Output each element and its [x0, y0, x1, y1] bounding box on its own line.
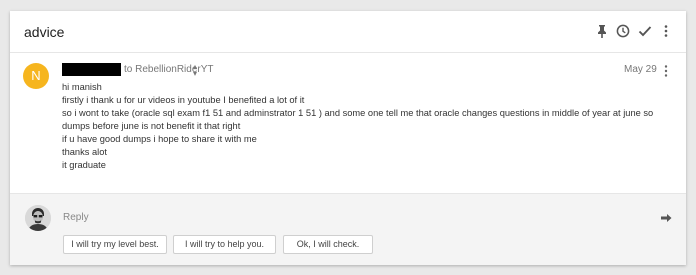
- body-line: hi manish: [62, 82, 102, 92]
- redacted-sender-name: [62, 63, 121, 76]
- body-line: dumps before june is not benefit it that…: [62, 121, 241, 131]
- smart-reply-button[interactable]: Ok, I will check.: [283, 235, 373, 254]
- more-vert-icon[interactable]: [658, 23, 674, 39]
- user-avatar[interactable]: [25, 205, 51, 231]
- body-line: it graduate: [62, 160, 106, 170]
- recipient-details-toggle-icon[interactable]: ▴ ▾: [193, 63, 197, 78]
- pin-icon[interactable]: [594, 23, 610, 39]
- smart-reply-button[interactable]: I will try to help you.: [173, 235, 276, 254]
- message-date: May 29: [624, 64, 657, 75]
- body-line: firstly i thank u for ur videos in youtu…: [62, 95, 305, 105]
- body-line: if u have good dumps i hope to share it …: [62, 134, 257, 144]
- forward-icon[interactable]: [660, 211, 672, 223]
- email-message: N to RebellionRiderYT ▴ ▾ May 29 hi manis…: [10, 54, 686, 193]
- email-thread-card: advice N to RebellionRiderYT ▴ ▾ May 29 h…: [10, 11, 686, 265]
- message-body: hi manish firstly i thank u for ur video…: [62, 81, 653, 172]
- message-more-icon[interactable]: [660, 63, 672, 79]
- body-line: so i wont to take (oracle sql exam f1 51…: [62, 108, 654, 118]
- reply-button[interactable]: Reply: [63, 212, 89, 223]
- reply-area: Reply I will try my level best. I will t…: [10, 193, 686, 265]
- recipient-text: to RebellionRiderYT: [124, 64, 214, 75]
- done-check-icon[interactable]: [637, 23, 653, 39]
- sender-avatar[interactable]: N: [23, 63, 49, 89]
- thread-header: advice: [10, 11, 686, 53]
- smart-reply-button[interactable]: I will try my level best.: [63, 235, 167, 254]
- body-line: thanks alot: [62, 147, 107, 157]
- thread-subject: advice: [24, 24, 65, 40]
- snooze-clock-icon[interactable]: [615, 23, 631, 39]
